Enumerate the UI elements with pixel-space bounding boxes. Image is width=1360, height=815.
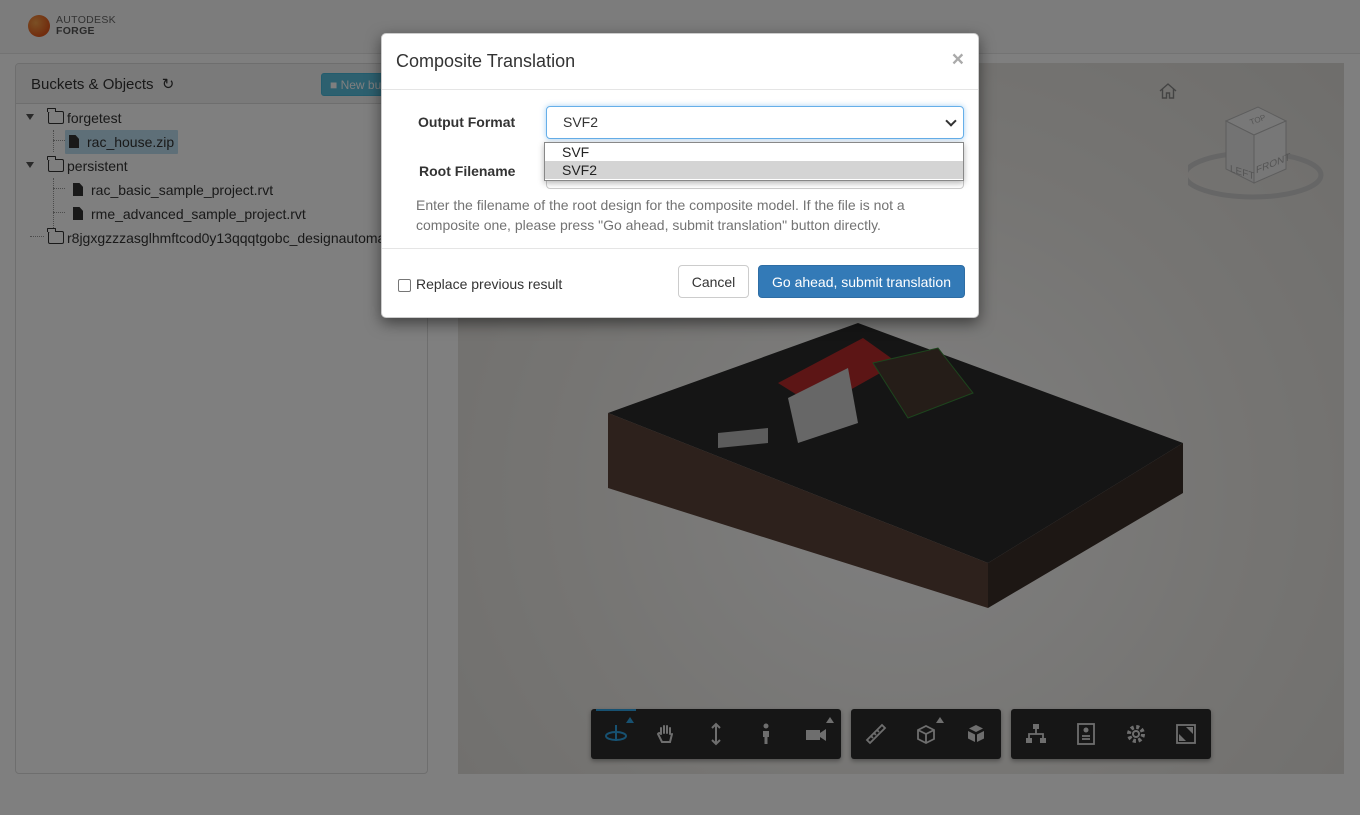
- close-icon[interactable]: ×: [952, 49, 964, 70]
- submit-translation-button[interactable]: Go ahead, submit translation: [758, 265, 965, 298]
- output-format-dropdown: SVF SVF2: [544, 142, 964, 181]
- help-text: Enter the filename of the root design fo…: [416, 197, 905, 233]
- chevron-down-icon: [945, 115, 957, 127]
- cancel-button[interactable]: Cancel: [678, 265, 749, 298]
- root-filename-label: Root Filename: [419, 163, 516, 179]
- modal-footer: Replace previous result Cancel Go ahead,…: [382, 248, 978, 318]
- output-format-label: Output Format: [418, 114, 516, 130]
- replace-previous-label[interactable]: Replace previous result: [416, 276, 562, 292]
- option-svf[interactable]: SVF: [545, 143, 963, 161]
- modal-title: Composite Translation: [396, 51, 576, 71]
- replace-previous-checkbox[interactable]: [398, 279, 411, 292]
- output-format-value: SVF2: [563, 114, 599, 130]
- option-svf2[interactable]: SVF2: [545, 161, 963, 179]
- modal-header: Composite Translation ×: [382, 34, 978, 90]
- output-format-select[interactable]: SVF2: [546, 106, 964, 139]
